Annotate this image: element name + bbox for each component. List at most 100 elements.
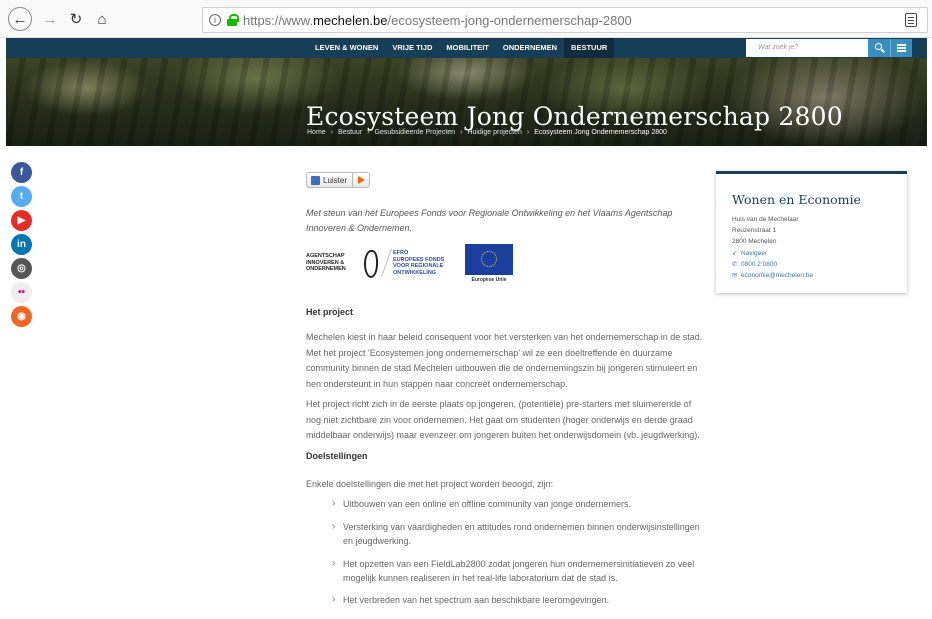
page-title: Ecosysteem Jong Ondernemerschap 2800 bbox=[306, 102, 843, 131]
flickr-icon: •• bbox=[17, 287, 25, 298]
linkedin-button[interactable]: in bbox=[11, 234, 32, 255]
efro-line: VOOR REGIONALE bbox=[393, 263, 444, 269]
agentschap-logo-text: AGENTSCHAP INNOVEREN & ONDERNEMEN bbox=[306, 253, 358, 273]
efro-logo-text: EFRO EUROPEES FONDS VOOR REGIONALE ONTWI… bbox=[393, 250, 444, 276]
twitter-icon: t bbox=[19, 191, 24, 202]
chevron-right-icon: › bbox=[332, 558, 336, 569]
agentschap-line: ONDERNEMEN bbox=[306, 266, 346, 273]
eu-stars-icon bbox=[481, 251, 497, 267]
breadcrumb-separator-icon: › bbox=[460, 129, 463, 136]
url-host: mechelen.be bbox=[313, 12, 388, 28]
list-item: › Versterking van vaardigheden en attitud… bbox=[332, 520, 702, 548]
breadcrumb: Home › Bestuur › Gesubsidieerde Projecte… bbox=[307, 129, 667, 136]
nav-item-leven-wonen[interactable]: LEVEN & WONEN bbox=[308, 38, 385, 58]
site-navigation: LEVEN & WONEN VRIJE TIJD MOBILITEIT ONDE… bbox=[6, 38, 927, 58]
breadcrumb-current: Ecosysteem Jong Ondernemerschap 2800 bbox=[534, 129, 667, 136]
list-item-text: Uitbouwen van een online en offline comm… bbox=[343, 499, 632, 509]
listen-label: Luister bbox=[323, 175, 348, 185]
navigate-icon: ➶ bbox=[732, 250, 738, 257]
search-icon bbox=[875, 43, 882, 50]
nav-item-mobiliteit[interactable]: MOBILITEIT bbox=[439, 38, 496, 58]
efro-line: ONTWIKKELING bbox=[393, 269, 437, 276]
info-icon[interactable]: i bbox=[209, 14, 221, 26]
breadcrumb-bestuur[interactable]: Bestuur bbox=[338, 129, 362, 136]
list-item: › Uitbouwen van een online en offline com… bbox=[332, 497, 702, 511]
instagram-button[interactable]: ◎ bbox=[11, 258, 32, 279]
divider bbox=[380, 249, 393, 277]
list-item: › Het verbreden van het spectrum aan besc… bbox=[332, 593, 702, 607]
navigate-link[interactable]: ➶ Navigeer bbox=[732, 249, 768, 258]
reload-button[interactable]: ↻ bbox=[64, 7, 88, 31]
reader-view-icon[interactable] bbox=[905, 13, 917, 27]
paragraph: Enkele doelstellingen die met het projec… bbox=[306, 479, 554, 489]
twitter-button[interactable]: t bbox=[11, 186, 32, 207]
arrow-left-icon: ← bbox=[12, 10, 28, 28]
chevron-right-icon: › bbox=[332, 498, 336, 509]
email-link[interactable]: ✉ economie@mechelen.be bbox=[732, 271, 814, 280]
play-icon bbox=[358, 176, 366, 184]
facebook-button[interactable]: f bbox=[11, 162, 32, 183]
contact-card: Wonen en Economie Huis van de Mechelaar … bbox=[716, 171, 907, 293]
eu-flag-icon bbox=[465, 244, 513, 275]
card-title: Wonen en Economie bbox=[732, 192, 861, 207]
paragraph: Het project richt zich in de eerste plaa… bbox=[306, 399, 700, 440]
chevron-right-icon: › bbox=[332, 594, 336, 605]
home-icon: ⌂ bbox=[97, 10, 107, 28]
url-path: /ecosysteem-jong-ondernemerschap-2800 bbox=[387, 12, 632, 28]
phone-icon: ✆ bbox=[732, 261, 738, 268]
reload-icon: ↻ bbox=[69, 11, 83, 28]
flickr-button[interactable]: •• bbox=[11, 282, 32, 303]
list-item: › Het opzetten van een FieldLab2800 zodat… bbox=[332, 557, 702, 585]
breadcrumb-huidige-projecten[interactable]: Huidige projecten bbox=[467, 129, 521, 136]
nav-item-bestuur[interactable]: BESTUUR bbox=[564, 38, 615, 58]
address-line: 2800 Mechelen bbox=[732, 238, 777, 245]
rss-icon: ◉ bbox=[17, 311, 26, 322]
hero-banner: Ecosysteem Jong Ondernemerschap 2800 Hom… bbox=[6, 58, 927, 146]
intro-text: Met steun van het Europees Fonds voor Re… bbox=[306, 208, 673, 233]
forward-button[interactable]: → bbox=[38, 7, 62, 31]
social-share-bar: f t ▶ in ◎ •• ◉ bbox=[11, 162, 32, 330]
divider bbox=[352, 173, 354, 187]
url-scheme: https://www. bbox=[243, 12, 314, 28]
youtube-icon: ▶ bbox=[17, 215, 26, 226]
section-heading-goals: Doelstellingen bbox=[306, 451, 368, 461]
chevron-right-icon: › bbox=[332, 521, 336, 532]
search-button[interactable] bbox=[868, 39, 890, 57]
phone-number: 0800 2 0800 bbox=[741, 260, 778, 268]
breadcrumb-separator-icon: › bbox=[526, 129, 530, 136]
menu-list-button[interactable] bbox=[890, 39, 912, 57]
main-menu: LEVEN & WONEN VRIJE TIJD MOBILITEIT ONDE… bbox=[308, 38, 615, 58]
nav-item-vrije-tijd[interactable]: VRIJE TIJD bbox=[385, 38, 439, 58]
listen-button[interactable]: Luister bbox=[306, 172, 370, 188]
breadcrumb-separator-icon: › bbox=[330, 129, 334, 136]
url-bar[interactable]: i https://www. mechelen.be/ecosysteem-jon… bbox=[202, 7, 928, 33]
arrow-right-icon: → bbox=[42, 10, 58, 28]
phone-link[interactable]: ✆ 0800 2 0800 bbox=[732, 260, 778, 269]
list-item-text: Het opzetten van een FieldLab2800 zodat … bbox=[343, 559, 695, 583]
rss-button[interactable]: ◉ bbox=[11, 306, 32, 327]
eu-logo: Europese Unie bbox=[465, 244, 513, 285]
address-line: Reuzenstraat 1 bbox=[732, 227, 777, 234]
nav-item-ondernemen[interactable]: ONDERNEMEN bbox=[496, 38, 564, 58]
home-button[interactable]: ⌂ bbox=[90, 7, 114, 31]
breadcrumb-gesubsidieerde-projecten[interactable]: Gesubsidieerde Projecten bbox=[375, 129, 456, 136]
breadcrumb-separator-icon: › bbox=[367, 129, 370, 136]
youtube-button[interactable]: ▶ bbox=[11, 210, 32, 231]
lock-icon bbox=[227, 14, 239, 26]
back-button[interactable]: ← bbox=[8, 7, 32, 31]
list-item-text: Het verbreden van het spectrum aan besch… bbox=[343, 595, 610, 605]
address-line: Huis van de Mechelaar bbox=[732, 216, 799, 223]
navigate-label: Navigeer bbox=[741, 249, 768, 257]
site-search-input[interactable]: Wat zoek je? bbox=[746, 39, 868, 57]
eu-label: Europese Unie bbox=[471, 277, 507, 283]
section-heading-project: Het project bbox=[306, 307, 354, 317]
list-icon bbox=[897, 44, 906, 46]
facebook-icon: f bbox=[19, 167, 24, 178]
email-icon: ✉ bbox=[732, 272, 738, 279]
flemish-lion-icon bbox=[360, 248, 380, 278]
linkedin-icon: in bbox=[17, 239, 26, 250]
list-item-text: Versterking van vaardigheden en attitude… bbox=[343, 522, 700, 546]
browser-toolbar: ← → ↻ ⌂ i https://www. mechelen.be/ecosys… bbox=[0, 0, 932, 38]
breadcrumb-home[interactable]: Home bbox=[307, 129, 326, 136]
email-address: economie@mechelen.be bbox=[741, 271, 814, 279]
